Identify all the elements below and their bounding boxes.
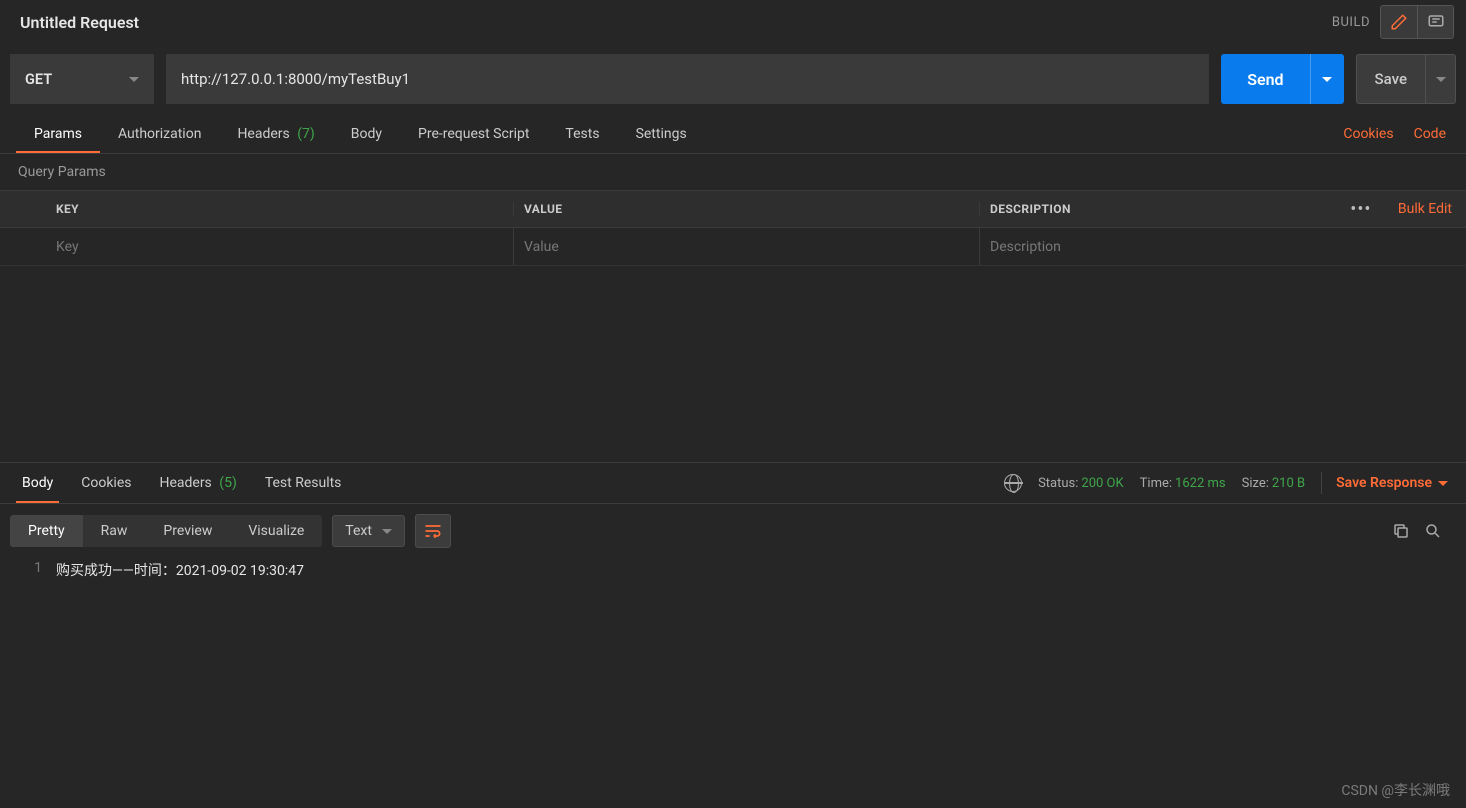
- line-number: 1: [0, 560, 56, 580]
- format-value: Text: [345, 523, 372, 539]
- send-group: Send: [1221, 54, 1343, 104]
- chevron-down-icon: [129, 77, 139, 82]
- save-response-label: Save Response: [1336, 475, 1432, 491]
- kv-row: [0, 228, 1466, 266]
- response-view-row: Pretty Raw Preview Visualize Text: [0, 504, 1466, 558]
- query-params-label: Query Params: [0, 154, 1466, 190]
- col-key: KEY: [46, 202, 514, 216]
- tab-pre-request[interactable]: Pre-request Script: [400, 116, 547, 152]
- wrap-lines-button[interactable]: [415, 514, 451, 548]
- copy-icon[interactable]: [1392, 522, 1410, 540]
- chevron-down-icon: [1438, 481, 1448, 486]
- tab-settings[interactable]: Settings: [618, 116, 705, 152]
- description-input[interactable]: [980, 228, 1466, 265]
- request-row: GET Send Save: [0, 44, 1466, 114]
- value-input[interactable]: [514, 228, 979, 265]
- code-line[interactable]: 购买成功——时间：2021-09-02 19:30:47: [56, 560, 304, 580]
- cookies-link[interactable]: Cookies: [1339, 116, 1397, 152]
- kv-checkbox[interactable]: [0, 228, 46, 265]
- kv-header: KEY VALUE DESCRIPTION ••• Bulk Edit: [0, 190, 1466, 228]
- kv-more[interactable]: •••: [1338, 199, 1384, 220]
- col-value: VALUE: [514, 202, 980, 216]
- header-icon-group: [1380, 5, 1454, 39]
- search-icon[interactable]: [1424, 522, 1442, 540]
- format-select[interactable]: Text: [332, 515, 405, 547]
- save-group: Save: [1356, 54, 1456, 104]
- tab-params[interactable]: Params: [16, 116, 100, 152]
- comment-icon[interactable]: [1417, 6, 1453, 38]
- code-link[interactable]: Code: [1410, 116, 1450, 152]
- time-stat: Time:1622 ms: [1140, 476, 1226, 491]
- view-raw[interactable]: Raw: [83, 515, 146, 547]
- resp-tab-cookies[interactable]: Cookies: [67, 464, 145, 502]
- tab-headers[interactable]: Headers (7): [219, 116, 332, 152]
- chevron-down-icon: [1322, 77, 1332, 82]
- method-select[interactable]: GET: [10, 54, 154, 104]
- request-header: Untitled Request BUILD: [0, 0, 1466, 44]
- method-value: GET: [25, 71, 52, 88]
- send-dropdown[interactable]: [1310, 54, 1344, 104]
- save-dropdown[interactable]: [1425, 55, 1455, 103]
- response-meta: Status:200 OK Time:1622 ms Size:210 B Sa…: [1004, 472, 1458, 494]
- tabs-right: Cookies Code: [1339, 116, 1450, 152]
- chevron-down-icon: [1436, 77, 1446, 82]
- request-tabs: Params Authorization Headers (7) Body Pr…: [0, 114, 1466, 154]
- view-pretty[interactable]: Pretty: [10, 515, 83, 547]
- response-tabs: Body Cookies Headers (5) Test Results St…: [0, 462, 1466, 504]
- status-stat: Status:200 OK: [1038, 476, 1124, 491]
- view-preview[interactable]: Preview: [145, 515, 230, 547]
- resp-tab-headers[interactable]: Headers (5): [145, 464, 250, 502]
- edit-icon[interactable]: [1381, 6, 1417, 38]
- build-label: BUILD: [1332, 15, 1370, 30]
- bulk-edit-link[interactable]: Bulk Edit: [1384, 201, 1466, 217]
- resp-headers-badge: (5): [219, 475, 237, 491]
- url-input[interactable]: [166, 54, 1209, 104]
- tab-tests[interactable]: Tests: [547, 116, 617, 152]
- globe-icon[interactable]: [1004, 474, 1022, 492]
- view-right: [1392, 522, 1456, 540]
- send-button[interactable]: Send: [1221, 54, 1309, 104]
- ellipsis-icon: •••: [1350, 199, 1371, 220]
- save-button[interactable]: Save: [1357, 55, 1425, 103]
- header-actions: BUILD: [1332, 5, 1454, 39]
- view-segment: Pretty Raw Preview Visualize: [10, 515, 322, 547]
- key-input[interactable]: [46, 228, 513, 265]
- save-response-button[interactable]: Save Response: [1321, 472, 1448, 494]
- spacer: [0, 266, 1466, 462]
- resp-tab-body[interactable]: Body: [8, 464, 67, 502]
- tab-authorization[interactable]: Authorization: [100, 116, 219, 152]
- watermark: CSDN @李长渊哦: [1341, 780, 1450, 800]
- chevron-down-icon: [382, 529, 392, 534]
- tab-headers-label: Headers: [237, 126, 289, 142]
- request-title: Untitled Request: [20, 13, 139, 32]
- response-body: 1 购买成功——时间：2021-09-02 19:30:47: [0, 558, 1466, 582]
- view-visualize[interactable]: Visualize: [230, 515, 322, 547]
- tab-headers-badge: (7): [297, 126, 315, 142]
- tab-body[interactable]: Body: [333, 116, 400, 152]
- size-stat: Size:210 B: [1242, 476, 1306, 491]
- col-description: DESCRIPTION: [980, 202, 1338, 216]
- resp-headers-label: Headers: [159, 475, 211, 491]
- resp-tab-test-results[interactable]: Test Results: [251, 464, 356, 502]
